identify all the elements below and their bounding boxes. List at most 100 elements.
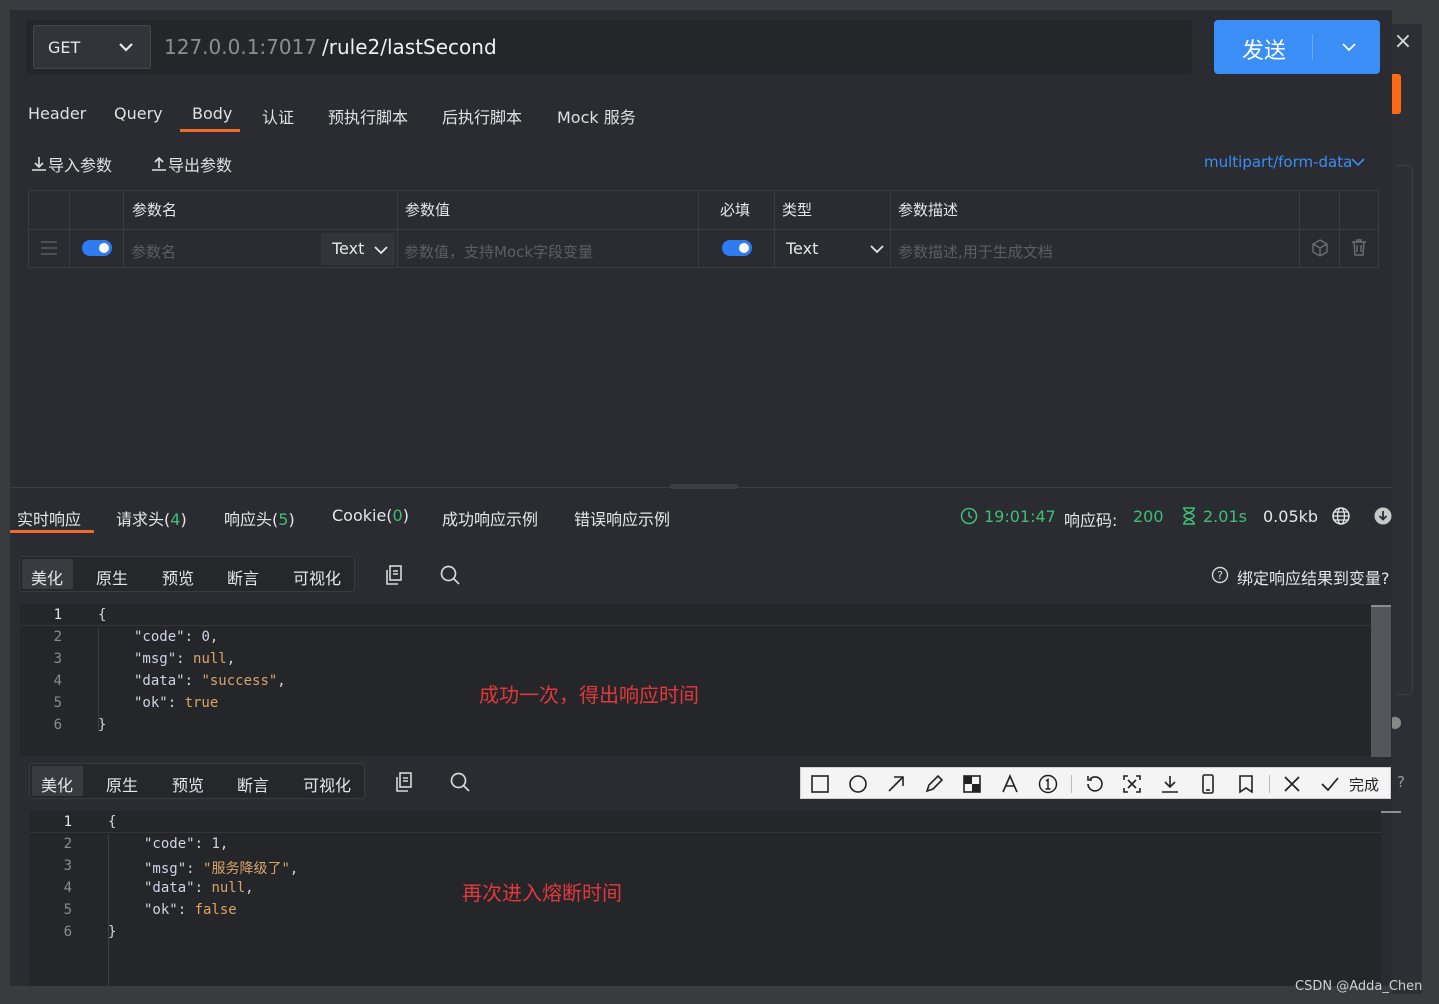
tab-request-headers[interactable]: 请求头(4) bbox=[116, 506, 187, 530]
response-code-editor[interactable] bbox=[30, 811, 1381, 986]
line-number: 1 bbox=[53, 607, 62, 623]
required-toggle[interactable] bbox=[722, 240, 752, 256]
view-tab-raw[interactable]: 原生 bbox=[96, 565, 128, 589]
number-marker-icon[interactable] bbox=[1037, 773, 1059, 795]
tab-post-script[interactable]: 后执行脚本 bbox=[442, 104, 522, 128]
param-name-input[interactable]: 参数名 bbox=[131, 241, 176, 262]
view-tab-preview[interactable]: 预览 bbox=[172, 772, 204, 796]
bind-response-variable-link[interactable]: 绑定响应结果到变量? bbox=[1237, 569, 1390, 587]
line-number: 1 bbox=[63, 814, 72, 830]
line-number: 4 bbox=[63, 880, 72, 896]
resize-handle[interactable] bbox=[670, 484, 738, 489]
chevron-down-icon[interactable] bbox=[1338, 36, 1360, 58]
import-params-button[interactable]: 导入参数 bbox=[30, 152, 112, 176]
tab-request-headers-label: 请求头( bbox=[116, 510, 171, 529]
chevron-down-icon[interactable] bbox=[1350, 154, 1366, 170]
background-accent-strip bbox=[1392, 74, 1401, 114]
mosaic-tool-icon[interactable] bbox=[961, 773, 983, 795]
view-tab-visualize[interactable]: 可视化 bbox=[293, 565, 341, 589]
view-tab-preview[interactable]: 预览 bbox=[162, 565, 194, 589]
globe-icon[interactable] bbox=[1331, 506, 1351, 526]
view-tab-beautify[interactable]: 美化 bbox=[41, 772, 73, 796]
rectangle-tool-icon[interactable] bbox=[809, 773, 831, 795]
param-value-input[interactable]: 参数值，支持Mock字段变量 bbox=[404, 241, 593, 262]
json-value: 0 bbox=[201, 629, 210, 645]
done-button[interactable]: 完成 bbox=[1349, 774, 1379, 795]
annotation-success: 成功一次，得出响应时间 bbox=[479, 683, 699, 707]
tab-pre-script[interactable]: 预执行脚本 bbox=[328, 104, 408, 128]
trash-icon[interactable] bbox=[1349, 237, 1369, 257]
response-time: 19:01:47 bbox=[984, 507, 1056, 526]
help-icon[interactable]: ? bbox=[1211, 566, 1229, 584]
search-icon[interactable] bbox=[448, 770, 472, 794]
tab-success-example[interactable]: 成功响应示例 bbox=[442, 506, 538, 530]
tab-error-example[interactable]: 错误响应示例 bbox=[574, 506, 670, 530]
param-name-type-select[interactable]: Text bbox=[321, 233, 395, 265]
tab-body[interactable]: Body bbox=[192, 104, 232, 123]
scrollbar-thumb[interactable] bbox=[1371, 605, 1391, 607]
view-tab-raw[interactable]: 原生 bbox=[106, 772, 138, 796]
export-params-button[interactable]: 导出参数 bbox=[150, 152, 232, 176]
json-line: "msg": "服务降级了", bbox=[144, 861, 299, 877]
view-tab-assert[interactable]: 断言 bbox=[227, 565, 259, 589]
response-size: 0.05kb bbox=[1263, 507, 1319, 526]
copy-icon[interactable] bbox=[383, 563, 407, 587]
json-brace: { bbox=[108, 814, 117, 830]
content-type-select[interactable]: multipart/form-data bbox=[1204, 153, 1352, 171]
method-select[interactable]: GET bbox=[33, 25, 151, 69]
drag-handle-icon[interactable] bbox=[39, 238, 59, 258]
tab-response-headers[interactable]: 响应头(5) bbox=[224, 506, 295, 530]
import-params-label: 导入参数 bbox=[48, 156, 113, 175]
json-value: 1 bbox=[211, 836, 220, 852]
json-key: "msg" bbox=[134, 651, 177, 667]
table-divider bbox=[1299, 190, 1300, 268]
download-circle-icon[interactable] bbox=[1373, 506, 1393, 526]
tab-auth[interactable]: 认证 bbox=[262, 104, 294, 128]
status-code-label: 响应码: bbox=[1064, 511, 1118, 530]
tab-query[interactable]: Query bbox=[114, 104, 163, 123]
json-value: null bbox=[193, 651, 227, 667]
json-brace: } bbox=[98, 717, 107, 733]
enable-param-toggle[interactable] bbox=[82, 240, 112, 256]
close-icon[interactable]: × bbox=[1393, 30, 1413, 54]
arrow-tool-icon[interactable] bbox=[885, 773, 907, 795]
tab-cookie-label: Cookie( bbox=[332, 506, 393, 525]
chevron-down-icon bbox=[119, 43, 133, 52]
undo-icon[interactable] bbox=[1083, 773, 1105, 795]
close-paren: ) bbox=[402, 506, 409, 525]
view-tab-assert[interactable]: 断言 bbox=[237, 772, 269, 796]
tab-cookie[interactable]: Cookie(0) bbox=[332, 506, 409, 525]
save-download-icon[interactable] bbox=[1159, 773, 1181, 795]
chevron-down-icon[interactable] bbox=[869, 241, 885, 257]
view-tab-visualize[interactable]: 可视化 bbox=[303, 772, 351, 796]
json-line: "data": null, bbox=[144, 880, 254, 896]
send-button[interactable]: 发送 bbox=[1214, 20, 1380, 74]
background-panel-frame bbox=[1396, 165, 1413, 695]
param-description-input[interactable]: 参数描述,用于生成文档 bbox=[898, 241, 1053, 262]
search-icon[interactable] bbox=[438, 563, 462, 587]
url-path-input[interactable]: /rule2/lastSecond bbox=[322, 35, 497, 59]
param-type-select[interactable]: Text bbox=[786, 239, 818, 258]
json-line: "data": "success", bbox=[134, 673, 286, 689]
scrollbar-thumb[interactable] bbox=[1381, 811, 1401, 833]
json-brace: { bbox=[98, 607, 107, 623]
circle-tool-icon[interactable] bbox=[847, 773, 869, 795]
tab-header[interactable]: Header bbox=[28, 104, 86, 123]
pencil-tool-icon[interactable] bbox=[923, 773, 945, 795]
ocr-scan-icon[interactable] bbox=[1121, 773, 1143, 795]
tab-realtime-response[interactable]: 实时响应 bbox=[17, 506, 81, 530]
cube-icon[interactable] bbox=[1310, 238, 1330, 258]
line-number: 6 bbox=[53, 717, 62, 733]
tab-mock-service[interactable]: Mock 服务 bbox=[557, 104, 636, 128]
scrollbar[interactable] bbox=[1371, 605, 1391, 757]
check-icon[interactable] bbox=[1319, 773, 1341, 795]
copy-icon[interactable] bbox=[393, 770, 417, 794]
export-params-label: 导出参数 bbox=[168, 156, 233, 175]
line-number: 4 bbox=[53, 673, 62, 689]
phone-icon[interactable] bbox=[1197, 773, 1219, 795]
bookmark-icon[interactable] bbox=[1235, 773, 1257, 795]
text-tool-icon[interactable] bbox=[999, 773, 1021, 795]
cancel-icon[interactable] bbox=[1281, 773, 1303, 795]
view-tab-beautify[interactable]: 美化 bbox=[31, 565, 63, 589]
json-value: "success" bbox=[201, 673, 278, 689]
